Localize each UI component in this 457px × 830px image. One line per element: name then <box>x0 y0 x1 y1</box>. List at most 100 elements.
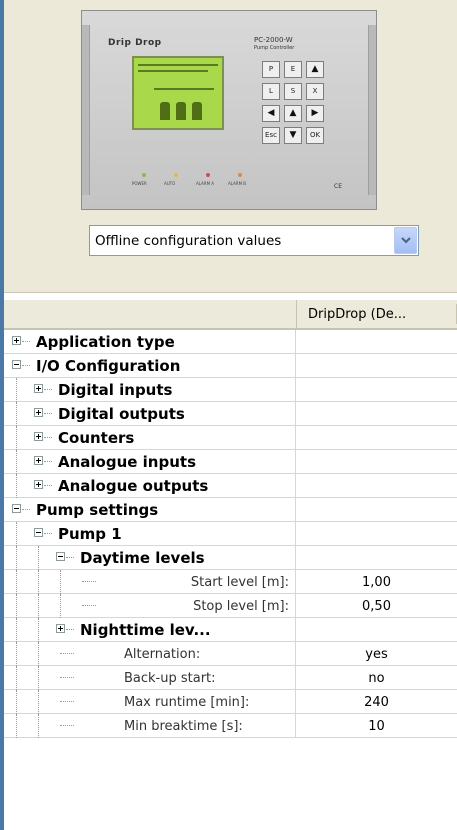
tree-row-value-cell <box>296 450 457 474</box>
tree-row-value-cell <box>296 402 457 426</box>
tree-row-name-cell: Stop level [m]: <box>4 594 296 618</box>
property-grid: DripDrop (De... Application type I/O Conf… <box>4 300 457 830</box>
device-led-label: POWER <box>132 181 147 186</box>
tree-row[interactable]: Application type <box>4 330 457 354</box>
expand-icon[interactable] <box>34 480 43 489</box>
tree-row-value: 1,00 <box>362 575 391 590</box>
device-led-label: ALARM B <box>228 181 247 186</box>
config-source-select[interactable]: Offline configuration values <box>89 225 419 256</box>
tree-row-value-cell[interactable]: 0,50 <box>296 594 457 618</box>
tree-connector <box>44 413 52 415</box>
grid-header-value-label: DripDrop (De... <box>308 307 407 322</box>
tree-row-value-cell[interactable]: 240 <box>296 690 457 714</box>
tree-row-name-cell: Analogue inputs <box>4 450 296 474</box>
device-mount-right <box>368 25 376 195</box>
expand-icon[interactable] <box>34 408 43 417</box>
lcd-line <box>138 70 208 72</box>
tree-row[interactable]: Digital inputs <box>4 378 457 402</box>
collapse-icon[interactable] <box>12 504 21 513</box>
tree-row-name-cell: Daytime levels <box>4 546 296 570</box>
lcd-pump-icon <box>160 102 170 120</box>
tree-row[interactable]: Back-up start: no <box>4 666 457 690</box>
tree-guide <box>38 594 40 618</box>
expand-icon[interactable] <box>34 456 43 465</box>
tree-row[interactable]: Pump settings <box>4 498 457 522</box>
collapse-icon[interactable] <box>12 360 21 369</box>
tree-guide <box>38 642 40 666</box>
tree-row-value-cell <box>296 498 457 522</box>
tree-guide <box>16 522 18 546</box>
tree-row-value-cell <box>296 474 457 498</box>
tree-row-label: I/O Configuration <box>36 357 181 375</box>
grid-header-name-column[interactable] <box>4 300 297 328</box>
tree-row[interactable]: I/O Configuration <box>4 354 457 378</box>
expand-icon[interactable] <box>34 384 43 393</box>
device-model-name: PC-2000-W <box>254 36 293 44</box>
tree-row-label: Nighttime lev... <box>80 621 211 639</box>
tree-connector <box>22 341 30 343</box>
lcd-pump-icon <box>192 102 202 120</box>
tree-row[interactable]: Stop level [m]: 0,50 <box>4 594 457 618</box>
device-lcd-screen <box>132 56 224 130</box>
device-leds: POWER AUTO ALARM A ALARM B <box>132 173 272 193</box>
tree-row[interactable]: Pump 1 <box>4 522 457 546</box>
tree-connector <box>44 389 52 391</box>
device-key: ▲ <box>284 105 302 122</box>
device-led <box>206 173 210 177</box>
tree-row-name-cell: Analogue outputs <box>4 474 296 498</box>
tree-row[interactable]: Digital outputs <box>4 402 457 426</box>
tree-row-name-cell: Back-up start: <box>4 666 296 690</box>
tree-row[interactable]: Daytime levels <box>4 546 457 570</box>
window-frame: Drip Drop PC-2000-W Pump Controller P E ▲ L… <box>0 0 457 830</box>
expand-icon[interactable] <box>12 336 21 345</box>
tree-row-name-cell: Digital outputs <box>4 402 296 426</box>
collapse-icon[interactable] <box>56 552 65 561</box>
tree-row-name-cell: Alternation: <box>4 642 296 666</box>
tree-connector <box>44 461 52 463</box>
tree-row[interactable]: Analogue inputs <box>4 450 457 474</box>
device-panel: Drip Drop PC-2000-W Pump Controller P E ▲ L… <box>4 0 457 293</box>
device-key: OK <box>306 127 324 144</box>
tree-row[interactable]: Min breaktime [s]: 10 <box>4 714 457 738</box>
tree-row[interactable]: Max runtime [min]: 240 <box>4 690 457 714</box>
device-key: ◀ <box>262 105 280 122</box>
tree-row[interactable]: Start level [m]: 1,00 <box>4 570 457 594</box>
tree-guide <box>38 666 40 690</box>
tree-connector <box>60 701 74 703</box>
tree-connector <box>44 437 52 439</box>
tree-guide <box>16 378 18 402</box>
tree-guide <box>16 642 18 666</box>
tree-row-value-cell <box>296 354 457 378</box>
device-image: Drip Drop PC-2000-W Pump Controller P E ▲ L… <box>81 10 377 210</box>
tree-row-value-cell <box>296 522 457 546</box>
grid-header-value-column[interactable]: DripDrop (De... <box>297 300 457 328</box>
tree-row-label: Pump 1 <box>58 525 122 543</box>
expand-icon[interactable] <box>34 432 43 441</box>
tree-row-label: Application type <box>36 333 175 351</box>
tree-row-value-cell[interactable]: yes <box>296 642 457 666</box>
tree-row[interactable]: Nighttime lev... <box>4 618 457 642</box>
device-key: S <box>284 83 302 100</box>
tree-row-label: Digital outputs <box>58 405 185 423</box>
tree-row-name-cell: Min breaktime [s]: <box>4 714 296 738</box>
tree-guide <box>38 570 40 594</box>
tree-row-value-cell[interactable]: no <box>296 666 457 690</box>
tree-row[interactable]: Analogue outputs <box>4 474 457 498</box>
tree-guide <box>16 426 18 450</box>
expand-icon[interactable] <box>56 624 65 633</box>
tree-row-label: Counters <box>58 429 135 447</box>
tree-row-value-cell <box>296 330 457 354</box>
tree-connector <box>66 557 74 559</box>
tree-row[interactable]: Alternation: yes <box>4 642 457 666</box>
tree-row-value: 10 <box>368 719 385 734</box>
tree-row[interactable]: Counters <box>4 426 457 450</box>
tree-row-value-cell[interactable]: 1,00 <box>296 570 457 594</box>
dropdown-button[interactable] <box>394 227 417 254</box>
tree-row-value: yes <box>365 647 388 662</box>
tree-row-value-cell[interactable]: 10 <box>296 714 457 738</box>
tree-row-name-cell: Max runtime [min]: <box>4 690 296 714</box>
tree-guide <box>38 618 40 642</box>
collapse-icon[interactable] <box>34 528 43 537</box>
device-keypad: P E ▲ L S X ◀ ▲ ▶ Esc ▼ OK <box>262 61 332 161</box>
tree-connector <box>22 365 30 367</box>
